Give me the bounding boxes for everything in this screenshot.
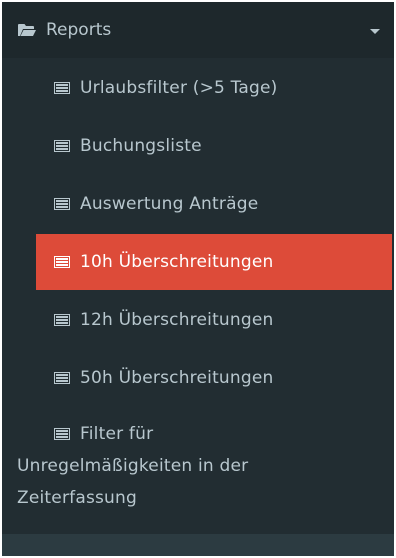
list-alt-icon	[54, 82, 70, 94]
reports-section-header[interactable]: Reports	[2, 2, 394, 58]
menu-item-label: Filter für	[80, 424, 154, 444]
menu-item-filter-unregelmaessigkeiten[interactable]: Filter für Unregelmäßigkeiten in der Zei…	[2, 418, 394, 514]
sidebar-footer-bar	[2, 534, 394, 556]
caret-down-icon[interactable]	[370, 29, 380, 34]
reports-section-title: Reports	[46, 20, 112, 40]
folder-open-icon	[18, 24, 36, 36]
menu-item-label: Urlaubsfilter (>5 Tage)	[80, 78, 278, 98]
list-alt-icon	[54, 140, 70, 152]
list-alt-icon	[54, 428, 70, 440]
menu-item-urlaubsfilter[interactable]: Urlaubsfilter (>5 Tage)	[36, 60, 392, 116]
menu-item-label: 12h Überschreitungen	[80, 310, 274, 330]
menu-item-label: 10h Überschreitungen	[80, 252, 274, 272]
menu-item-50h-ueberschreitungen[interactable]: 50h Überschreitungen	[36, 350, 392, 406]
list-alt-icon	[54, 314, 70, 326]
menu-item-line-3: Zeiterfassung	[17, 488, 137, 508]
sidebar-panel: Reports Urlaubsfilter (>5 Tage) Buchungs…	[2, 2, 394, 556]
menu-item-auswertung-antraege[interactable]: Auswertung Anträge	[36, 176, 392, 232]
list-alt-icon	[54, 256, 70, 268]
list-alt-icon	[54, 372, 70, 384]
menu-item-line-2: Unregelmäßigkeiten in der	[17, 456, 249, 476]
menu-item-label: Buchungsliste	[80, 136, 202, 156]
menu-item-12h-ueberschreitungen[interactable]: 12h Überschreitungen	[36, 292, 392, 348]
menu-item-10h-ueberschreitungen[interactable]: 10h Überschreitungen	[36, 234, 392, 290]
menu-item-label: 50h Überschreitungen	[80, 368, 274, 388]
menu-item-buchungsliste[interactable]: Buchungsliste	[36, 118, 392, 174]
menu-item-label: Auswertung Anträge	[80, 194, 259, 214]
list-alt-icon	[54, 198, 70, 210]
screenshot-frame: Reports Urlaubsfilter (>5 Tage) Buchungs…	[0, 0, 396, 558]
menu-item-line-1: Filter für	[2, 418, 394, 450]
